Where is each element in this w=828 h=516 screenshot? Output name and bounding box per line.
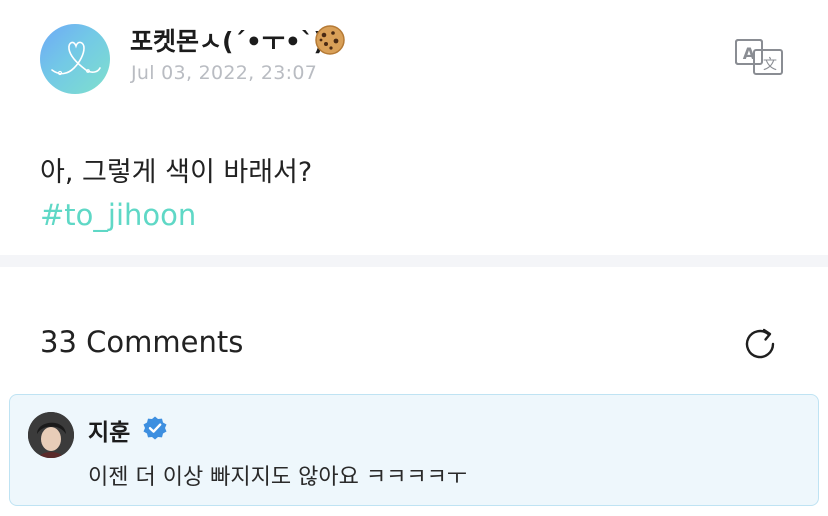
section-divider: [0, 255, 828, 267]
cookie-icon: [315, 25, 345, 55]
verified-badge-icon: [143, 416, 167, 440]
post-date: Jul 03, 2022, 23:07: [131, 62, 318, 84]
comment-item[interactable]: 지훈 이젠 더 이상 빠지지도 않아요 ㅋㅋㅋㅋㅜ: [9, 394, 819, 506]
translate-button[interactable]: A 文: [734, 38, 786, 76]
commenter-name[interactable]: 지훈: [88, 413, 130, 447]
post-page: 포켓몬ㅅ(´•ㅜ•`)ა Jul 03, 2022, 23:07 A 文 아, …: [0, 0, 828, 516]
comment-text: 이젠 더 이상 빠지지도 않아요 ㅋㅋㅋㅋㅜ: [88, 465, 468, 490]
commenter-avatar[interactable]: [28, 412, 74, 458]
translate-icon: A 文: [735, 39, 783, 75]
author-name[interactable]: 포켓몬ㅅ(´•ㅜ•`)ა: [130, 22, 339, 58]
comments-count-title: 33 Comments: [40, 325, 244, 359]
post-text: 아, 그렇게 색이 바래서?: [40, 157, 313, 188]
refresh-button[interactable]: [740, 324, 780, 364]
svg-text:文: 文: [763, 57, 777, 73]
refresh-icon: [745, 328, 775, 359]
svg-text:A: A: [743, 44, 756, 63]
author-avatar[interactable]: [40, 24, 110, 94]
hashtag-link[interactable]: #to_jihoon: [40, 198, 196, 232]
post-header: 포켓몬ㅅ(´•ㅜ•`)ა Jul 03, 2022, 23:07 A 文: [0, 0, 828, 110]
profile-photo-icon: [28, 412, 74, 458]
heart-doodle-icon: [51, 41, 101, 76]
